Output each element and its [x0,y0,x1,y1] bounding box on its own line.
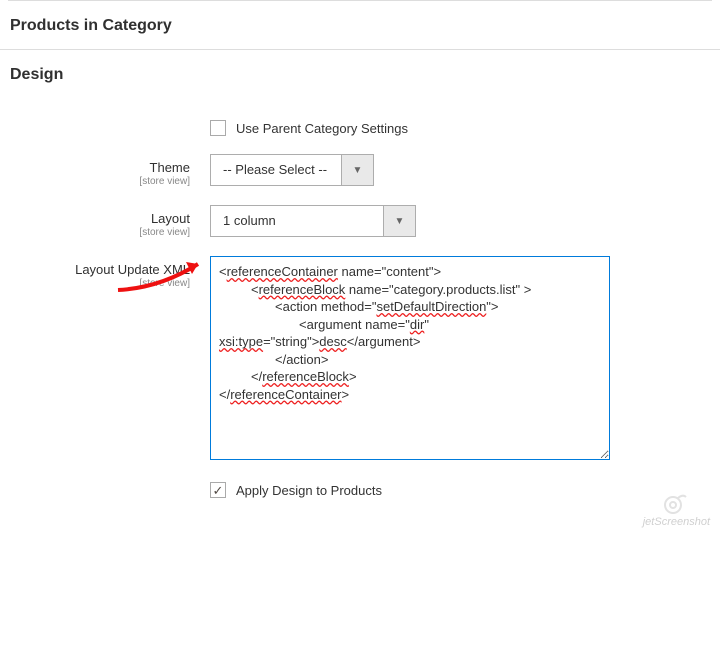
theme-select[interactable]: -- Please Select -- ▼ [210,154,374,186]
layout-xml-textarea[interactable]: <referenceContainer name="content"> <ref… [210,256,610,460]
layout-scope: [store view] [0,227,190,238]
layout-select[interactable]: 1 column ▼ [210,205,416,237]
section-design[interactable]: Design [0,50,720,98]
watermark-text: jetScreenshot [643,516,710,528]
section-products-in-category[interactable]: Products in Category [0,1,720,50]
section-title: Design [10,66,63,83]
chevron-down-icon: ▼ [341,155,373,185]
row-layout-xml: Layout Update XML [store view] <referenc… [0,256,720,460]
chevron-down-icon: ▼ [383,206,415,236]
apply-to-products-checkbox[interactable] [210,482,226,498]
theme-select-value: -- Please Select -- [211,155,341,185]
section-title: Products in Category [10,17,172,34]
layout-xml-scope: [store view] [0,278,190,289]
apply-to-products-label: Apply Design to Products [236,483,382,498]
use-parent-label: Use Parent Category Settings [236,121,408,136]
theme-label: Theme [150,160,190,175]
layout-xml-label: Layout Update XML [75,262,190,277]
layout-select-value: 1 column [211,206,383,236]
layout-label: Layout [151,211,190,226]
row-apply-to-products: Apply Design to Products [0,478,720,498]
row-theme: Theme [store view] -- Please Select -- ▼ [0,154,720,187]
theme-scope: [store view] [0,176,190,187]
row-use-parent: Use Parent Category Settings [0,116,720,136]
use-parent-checkbox[interactable] [210,120,226,136]
row-layout: Layout [store view] 1 column ▼ [0,205,720,238]
